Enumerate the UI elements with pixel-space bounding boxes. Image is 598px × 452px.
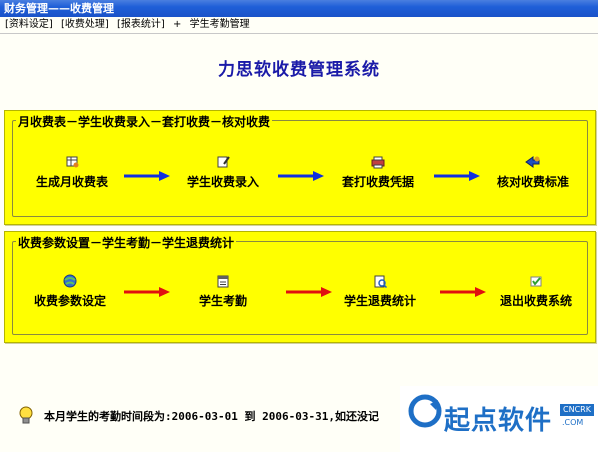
check-transfer-icon xyxy=(525,156,540,168)
panel-legend: 收费参数设置－学生考勤－学生退费统计 xyxy=(16,234,237,251)
watermark-badge: CNCRK xyxy=(560,404,594,416)
panel-legend: 月收费表－学生收费录入－套打收费－核对收费 xyxy=(16,113,273,130)
edit-form-icon xyxy=(217,156,230,168)
app-title: 力思软收费管理系统 xyxy=(218,60,380,80)
menu-item-report-stats[interactable]: [报表统计] xyxy=(117,17,165,33)
printer-icon xyxy=(371,156,385,169)
menu-item-data-settings[interactable]: [资料设定] xyxy=(5,17,53,33)
step-label: 生成月收费表 xyxy=(35,175,108,189)
report-search-icon xyxy=(374,275,388,288)
arrow-right-icon xyxy=(124,287,170,297)
panel-monthly-fee-workflow: 月收费表－学生收费录入－套打收费－核对收费 生成月收费表 学生收费录入 套打收费… xyxy=(4,110,596,225)
checkbox-exit-icon xyxy=(530,276,542,287)
menu-bar: [资料设定] [收费处理] [报表统计] + 学生考勤管理 xyxy=(0,17,598,34)
step-label: 套打收费凭据 xyxy=(341,175,414,189)
globe-settings-icon xyxy=(63,274,77,288)
menu-item-fee-processing[interactable]: [收费处理] xyxy=(61,17,109,33)
student-refund-stats-button[interactable]: 学生退费统计 xyxy=(325,274,435,309)
watermark: 起点软件 CNCRK .COM xyxy=(400,386,598,452)
menu-item-attendance[interactable]: 学生考勤管理 xyxy=(190,17,250,33)
menu-separator-plus: + xyxy=(173,19,182,30)
step-label: 学生收费录入 xyxy=(186,175,259,189)
window-title-bar: 财务管理——收费管理 xyxy=(0,0,598,17)
window-title: 财务管理——收费管理 xyxy=(4,2,114,15)
print-fee-voucher-button[interactable]: 套打收费凭据 xyxy=(323,155,433,190)
calendar-icon xyxy=(217,275,229,288)
step-label: 收费参数设定 xyxy=(33,294,106,308)
arrow-right-icon xyxy=(440,287,486,297)
arrow-right-icon xyxy=(278,171,324,181)
watermark-logo-icon xyxy=(408,394,442,428)
verify-fee-standard-button[interactable]: 核对收费标准 xyxy=(478,155,588,190)
student-attendance-button[interactable]: 学生考勤 xyxy=(168,274,278,309)
step-label: 退出收费系统 xyxy=(499,294,572,308)
table-generate-icon xyxy=(66,156,79,168)
generate-monthly-fee-button[interactable]: 生成月收费表 xyxy=(17,155,127,190)
step-label: 核对收费标准 xyxy=(496,175,569,189)
watermark-domain: .COM xyxy=(562,418,584,427)
arrow-right-icon xyxy=(434,171,480,181)
student-fee-entry-button[interactable]: 学生收费录入 xyxy=(168,155,278,190)
fee-parameter-settings-button[interactable]: 收费参数设定 xyxy=(15,274,125,309)
lightbulb-icon xyxy=(19,406,33,424)
watermark-text: 起点软件 xyxy=(444,406,553,436)
attendance-period-notice: 本月学生的考勤时间段为:2006-03-01 到 2006-03-31,如还没记 xyxy=(44,410,379,423)
exit-fee-system-button[interactable]: 退出收费系统 xyxy=(481,274,591,309)
step-label: 学生退费统计 xyxy=(343,294,416,308)
step-label: 学生考勤 xyxy=(198,294,247,308)
arrow-right-icon xyxy=(124,171,170,181)
panel-fee-settings-workflow: 收费参数设置－学生考勤－学生退费统计 收费参数设定 学生考勤 学生退费统计 退出… xyxy=(4,231,596,343)
